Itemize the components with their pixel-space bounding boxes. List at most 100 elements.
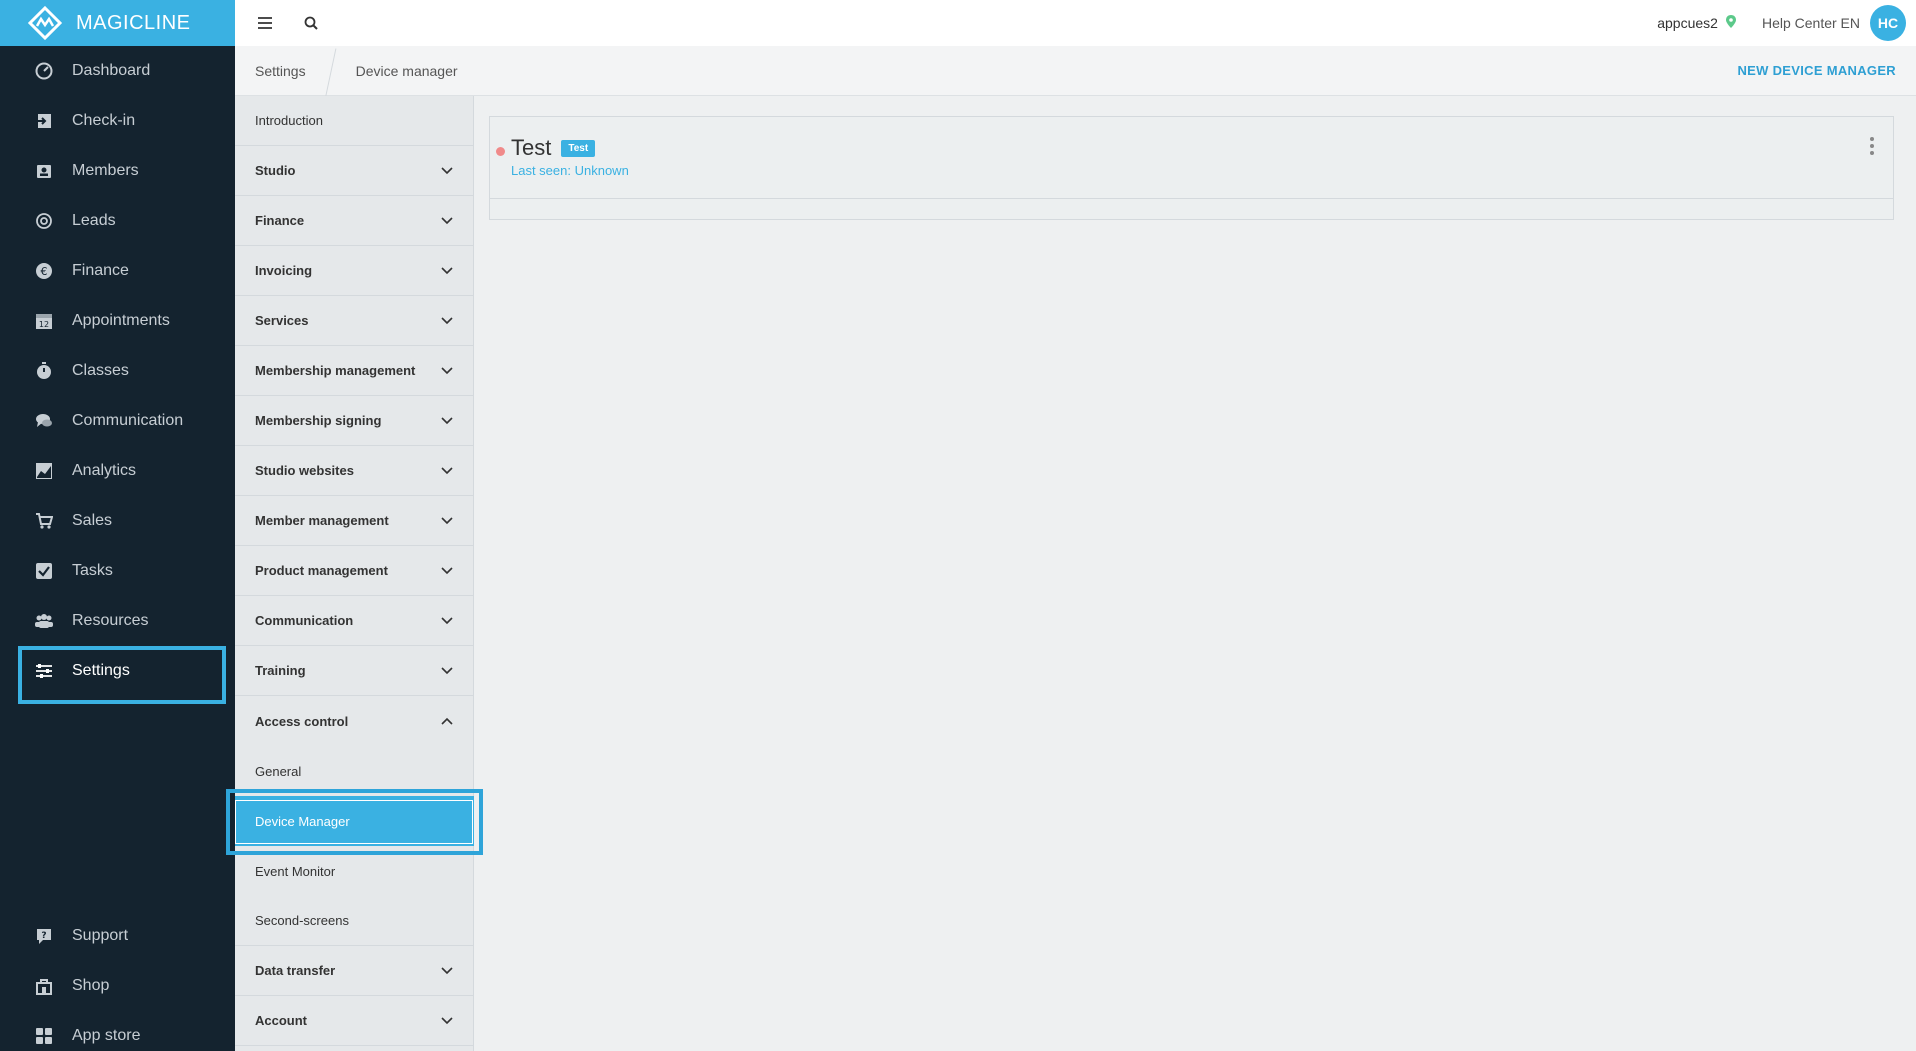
- device-tag-badge: Test: [561, 139, 596, 157]
- nav-label: Appointments: [72, 312, 170, 329]
- breadcrumb-device-manager: Device manager: [355, 62, 458, 79]
- chevron-down-icon: [440, 664, 454, 678]
- nav-item-shop[interactable]: Shop: [0, 961, 235, 1011]
- nav-label: Support: [72, 927, 129, 944]
- help-icon: ?: [34, 926, 54, 946]
- submenu-label: Product management: [255, 563, 388, 578]
- nav-label: Settings: [72, 662, 130, 679]
- submenu-label: Membership signing: [255, 413, 382, 428]
- chevron-down-icon: [440, 364, 454, 378]
- cart-icon: [34, 511, 54, 531]
- submenu-label: Services: [255, 313, 309, 328]
- chevron-down-icon: [440, 164, 454, 178]
- chevron-down-icon: [440, 214, 454, 228]
- main-sidebar: MAGICLINE Dashboard Check-in Members Lea…: [0, 0, 235, 1051]
- submenu-membership-signing[interactable]: Membership signing: [235, 396, 474, 446]
- nav-item-settings[interactable]: Settings: [0, 646, 235, 704]
- svg-text:?: ?: [41, 931, 46, 941]
- chevron-down-icon: [440, 314, 454, 328]
- submenu-device-manager[interactable]: Device Manager: [226, 789, 483, 855]
- new-device-manager-button[interactable]: NEW DEVICE MANAGER: [1737, 63, 1916, 78]
- check-in-icon: [34, 111, 54, 131]
- nav-label: Classes: [72, 362, 129, 379]
- target-icon: [34, 211, 54, 231]
- submenu-label: Access control: [255, 713, 349, 729]
- submenu-second-screens[interactable]: Second-screens: [235, 896, 474, 946]
- hamburger-menu-icon[interactable]: [255, 13, 275, 33]
- chat-icon: [34, 411, 54, 431]
- sliders-icon: [34, 661, 54, 681]
- stopwatch-icon: [34, 361, 54, 381]
- svg-text:12: 12: [39, 320, 49, 329]
- chevron-down-icon: [440, 614, 454, 628]
- studio-selector[interactable]: appcues2: [1657, 15, 1736, 31]
- nav-item-leads[interactable]: Leads: [0, 196, 235, 246]
- nav-item-check-in[interactable]: Check-in: [0, 96, 235, 146]
- device-card-header: Test Test Last seen: Unknown: [490, 117, 1893, 199]
- euro-icon: €: [34, 261, 54, 281]
- nav-item-classes[interactable]: Classes: [0, 346, 235, 396]
- submenu-account[interactable]: Account: [235, 996, 474, 1046]
- nav-item-appointments[interactable]: 12 Appointments: [0, 296, 235, 346]
- chevron-down-icon: [440, 964, 454, 978]
- chevron-down-icon: [440, 514, 454, 528]
- nav-label: Dashboard: [72, 62, 151, 79]
- device-info: Test Test Last seen: Unknown: [511, 135, 629, 178]
- submenu-event-monitor[interactable]: Event Monitor: [235, 846, 474, 896]
- submenu-communication[interactable]: Communication: [235, 596, 474, 646]
- nav-label: Sales: [72, 512, 113, 529]
- breadcrumb-settings[interactable]: Settings: [235, 46, 326, 96]
- nav-item-resources[interactable]: Resources: [0, 596, 235, 646]
- more-options-icon[interactable]: [1869, 137, 1875, 155]
- nav-item-tasks[interactable]: Tasks: [0, 546, 235, 596]
- submenu-label: Training: [255, 663, 306, 678]
- nav-item-app-store[interactable]: App store: [0, 1011, 235, 1051]
- submenu-studio[interactable]: Studio: [235, 146, 474, 196]
- logo-bar[interactable]: MAGICLINE: [0, 0, 235, 46]
- nav-item-communication[interactable]: Communication: [0, 396, 235, 446]
- submenu-member-management[interactable]: Member management: [235, 496, 474, 546]
- device-card-footer: [490, 199, 1893, 219]
- submenu-membership-management[interactable]: Membership management: [235, 346, 474, 396]
- submenu-studio-websites[interactable]: Studio websites: [235, 446, 474, 496]
- user-avatar[interactable]: HC: [1870, 5, 1906, 41]
- submenu-invoicing[interactable]: Invoicing: [235, 246, 474, 296]
- submenu-data-transfer[interactable]: Data transfer: [235, 946, 474, 996]
- nav-item-sales[interactable]: Sales: [0, 496, 235, 546]
- nav-item-support[interactable]: ? Support: [0, 911, 235, 961]
- nav-item-analytics[interactable]: Analytics: [0, 446, 235, 496]
- people-icon: [34, 611, 54, 631]
- nav-item-dashboard[interactable]: Dashboard: [0, 46, 235, 96]
- breadcrumb-separator: [326, 46, 336, 96]
- submenu-label: Introduction: [255, 113, 323, 128]
- breadcrumb: Settings Device manager NEW DEVICE MANAG…: [235, 46, 1916, 96]
- submenu-access-control[interactable]: Access control: [235, 696, 474, 746]
- chart-icon: [34, 461, 54, 481]
- submenu-label: Membership management: [255, 363, 416, 378]
- submenu-product-management[interactable]: Product management: [235, 546, 474, 596]
- submenu-finance[interactable]: Finance: [235, 196, 474, 246]
- submenu-training[interactable]: Training: [235, 646, 474, 696]
- shop-icon: [34, 976, 54, 996]
- top-bar: appcues2 Help Center EN HC: [235, 0, 1916, 46]
- nav-label: App store: [72, 1027, 141, 1044]
- submenu-label: Studio: [255, 163, 296, 178]
- nav-label: Resources: [72, 612, 149, 629]
- submenu-services[interactable]: Services: [235, 296, 474, 346]
- settings-submenu: Introduction Studio Finance Invoicing Se…: [226, 96, 483, 1051]
- nav-label: Finance: [72, 262, 129, 279]
- nav-label: Members: [72, 162, 139, 179]
- help-center-link[interactable]: Help Center EN: [1762, 15, 1860, 31]
- nav-item-finance[interactable]: € Finance: [0, 246, 235, 296]
- nav-item-members[interactable]: Members: [0, 146, 235, 196]
- submenu-introduction[interactable]: Introduction: [235, 96, 474, 146]
- device-card[interactable]: Test Test Last seen: Unknown: [489, 116, 1894, 220]
- submenu-label: Data transfer: [255, 963, 336, 978]
- chevron-down-icon: [440, 564, 454, 578]
- device-last-seen: Last seen: Unknown: [511, 163, 629, 178]
- submenu-label: Event Monitor: [255, 863, 336, 879]
- chevron-up-icon: [440, 714, 454, 728]
- search-icon[interactable]: [301, 13, 321, 33]
- location-pin-icon: [1725, 15, 1736, 31]
- chevron-down-icon: [440, 1014, 454, 1028]
